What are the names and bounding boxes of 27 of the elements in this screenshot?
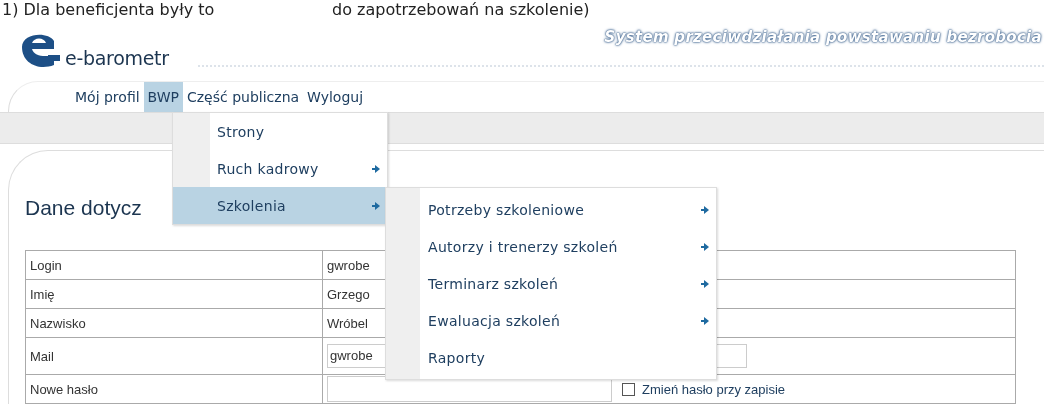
field-value: gwrobe [327, 257, 370, 273]
section-title: Dane dotycz [25, 196, 142, 220]
field-label: Login [30, 257, 62, 273]
field-value: Wróbel [327, 315, 368, 331]
field-label: Mail [30, 348, 54, 364]
menu-item[interactable]: Strony [173, 113, 387, 150]
menu-item[interactable]: Szkolenia [173, 187, 387, 224]
document-text: do zapotrzebowań na szkolenie) [332, 0, 590, 19]
logo-text: e-barometr [65, 47, 169, 69]
checkbox[interactable] [622, 382, 635, 396]
document-text: 1) Dla beneficjenta były to [1, 0, 216, 19]
menu-item[interactable]: Autorzy i trenerzy szkoleń [386, 228, 716, 265]
menu-item[interactable]: Potrzeby szkoleniowe [386, 191, 716, 228]
field-label: Nowe hasło [30, 381, 98, 397]
menu-item[interactable]: Raporty [386, 339, 716, 376]
nav-item[interactable]: Wyloguj [303, 82, 368, 112]
menu-item[interactable]: Ewaluacja szkoleń [386, 302, 716, 339]
checkbox-label: Zmień hasło przy zapisie [642, 381, 786, 397]
tagline: System przeciwdziałania powstawaniu bezrobocia [604, 28, 1042, 46]
field-label: Imię [30, 286, 55, 302]
nav-item[interactable]: Część publiczna [183, 82, 304, 112]
field-value: Grzego [327, 286, 370, 302]
menu-item[interactable]: Terminarz szkoleń [386, 265, 716, 302]
field-label: Nazwisko [30, 315, 86, 331]
nav-item[interactable]: BWP [143, 82, 183, 112]
nav-item[interactable]: Mój profil [71, 82, 144, 112]
menu-item[interactable]: Ruch kadrowy [173, 150, 387, 187]
